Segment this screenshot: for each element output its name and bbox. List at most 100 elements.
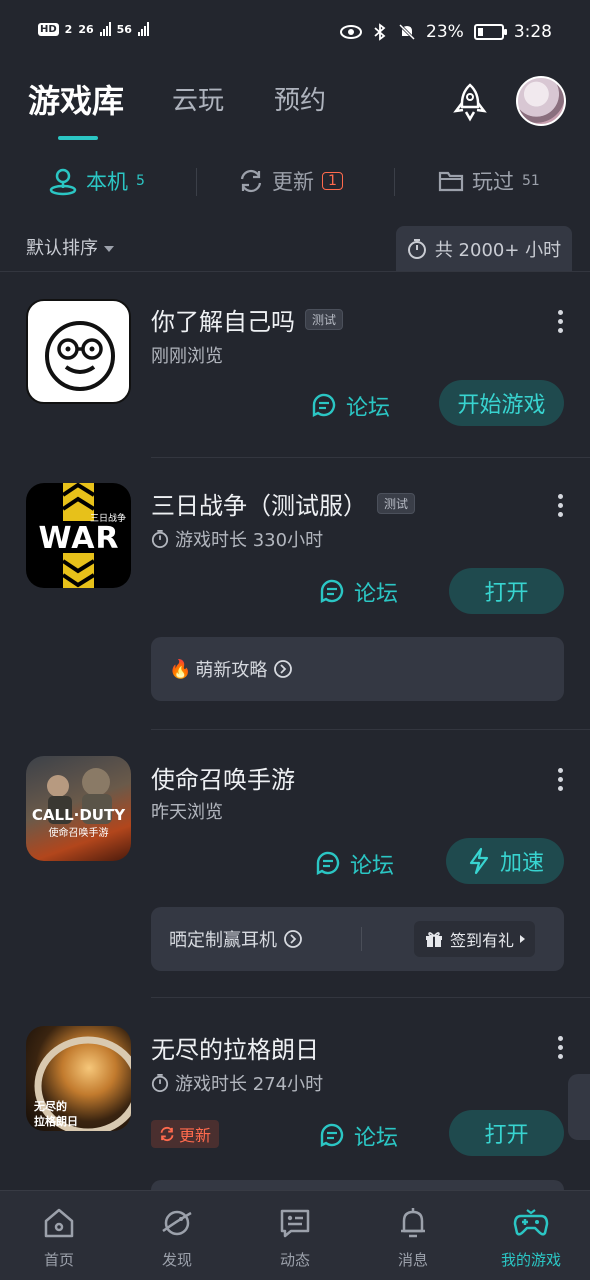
chevron-right-circle-icon [284, 930, 302, 948]
game-icon-smiley[interactable] [26, 299, 131, 404]
nav-feed[interactable]: 动态 [236, 1205, 354, 1270]
tab-cloud-play[interactable]: 云玩 [172, 80, 224, 117]
tab-game-library[interactable]: 游戏库 [28, 76, 124, 122]
forum-label: 论坛 [346, 396, 391, 421]
planet-icon [162, 1210, 192, 1236]
game-card: 无尽的 拉格朗日 无尽的拉格朗日 游戏时长 274小时 更新 论坛 打开 [0, 998, 590, 1190]
accelerate-button[interactable]: 加速 [446, 838, 564, 884]
smiley-glasses-icon [45, 321, 115, 391]
nav-home[interactable]: 首页 [0, 1205, 118, 1270]
sub-tabs: 本机 5 更新 1 玩过 51 [0, 160, 590, 206]
game-title[interactable]: 三日战争（测试服） [151, 486, 367, 521]
active-tab-indicator [58, 136, 98, 140]
game-card: 三日战争 WAR 三日战争（测试服） 测试 游戏时长 330小时 论坛 打开 🔥… [0, 458, 590, 730]
guide-label: 萌新攻略 [195, 660, 268, 681]
signal-1-icon [99, 22, 111, 36]
game-icon-cod[interactable]: CALL·DUTY 使命召唤手游 [26, 756, 131, 861]
open-button[interactable]: 打开 [449, 1110, 564, 1156]
play-time-text: 游戏时长 330小时 [175, 530, 324, 551]
game-title[interactable]: 无尽的拉格朗日 [151, 1030, 319, 1065]
more-options-icon[interactable] [558, 1036, 564, 1059]
subtab-played-count: 51 [522, 173, 540, 189]
nav-discover[interactable]: 发现 [118, 1205, 236, 1270]
subtab-update[interactable]: 更新 1 [238, 166, 343, 196]
accelerate-label: 加速 [499, 851, 544, 876]
checkin-gift-label: 签到有礼 [450, 931, 515, 950]
open-button[interactable]: 打开 [449, 568, 564, 614]
clock: 3:28 [513, 22, 552, 42]
hd-label: HD [38, 22, 59, 36]
subtab-played[interactable]: 玩过 51 [438, 166, 540, 196]
game-title-row: 你了解自己吗 测试 [151, 302, 344, 337]
subtab-update-label: 更新 [272, 170, 314, 194]
game-title[interactable]: 你了解自己吗 [151, 302, 295, 337]
game-icon-war[interactable]: 三日战争 WAR [26, 483, 131, 588]
lagrange-logo-line1: 无尽的 [34, 1100, 67, 1113]
gift-icon [426, 932, 442, 947]
signal-2-icon [137, 22, 149, 36]
subtab-local-count: 5 [136, 173, 145, 189]
promo-divider [361, 927, 362, 951]
play-time: 游戏时长 274小时 [151, 1070, 323, 1096]
game-title[interactable]: 使命召唤手游 [151, 760, 295, 795]
promo-label: 晒定制赢耳机 [169, 930, 277, 951]
subtab-local[interactable]: 本机 5 [48, 166, 145, 196]
promo-banner[interactable]: 晒定制赢耳机 签到有礼 [151, 907, 564, 971]
forum-icon [320, 1123, 344, 1147]
floating-side-tab[interactable] [568, 1074, 590, 1140]
forum-button[interactable]: 论坛 [318, 576, 398, 608]
banner-peek [151, 1180, 564, 1190]
message-icon [280, 1209, 310, 1238]
forum-button[interactable]: 论坛 [314, 848, 394, 880]
timer-icon [407, 239, 426, 259]
timer-icon [151, 530, 169, 548]
game-title-row: 无尽的拉格朗日 [151, 1030, 319, 1065]
forum-button[interactable]: 论坛 [310, 390, 390, 422]
checkin-gift-button[interactable]: 签到有礼 [414, 921, 536, 957]
more-options-icon[interactable] [558, 768, 564, 791]
game-card: 你了解自己吗 测试 刚刚浏览 论坛 开始游戏 [0, 272, 590, 458]
lagrange-logo-line2: 拉格朗日 [34, 1115, 78, 1128]
game-title-row: 三日战争（测试服） 测试 [151, 486, 416, 521]
nav-home-label: 首页 [43, 1251, 74, 1269]
nav-my-games-label: 我的游戏 [500, 1251, 561, 1269]
top-nav: 游戏库 云玩 预约 [28, 76, 566, 140]
nav-messages[interactable]: 消息 [354, 1205, 472, 1270]
chevron-right-circle-icon [274, 660, 293, 678]
timer-icon [151, 1074, 169, 1092]
network-sub: 2 [64, 22, 73, 36]
game-title-row: 使命召唤手游 [151, 760, 295, 795]
update-count-badge: 1 [322, 172, 343, 190]
chevron-down-icon [104, 246, 114, 252]
more-options-icon[interactable] [558, 494, 564, 517]
tab-reserve[interactable]: 预约 [274, 80, 326, 117]
total-hours: 共 2000+ 小时 [396, 226, 572, 272]
bell-icon [401, 1208, 425, 1238]
start-game-button[interactable]: 开始游戏 [439, 380, 564, 426]
lightning-icon [469, 847, 489, 875]
forum-icon [320, 579, 344, 603]
forum-icon [316, 851, 340, 875]
refresh-icon [240, 169, 262, 193]
forum-icon [312, 393, 336, 417]
eye-icon [340, 25, 363, 39]
update-badge[interactable]: 更新 [151, 1120, 220, 1148]
sort-dropdown[interactable]: 默认排序 [26, 234, 114, 260]
forum-label: 论坛 [354, 582, 399, 607]
gamepad-icon [513, 1209, 549, 1236]
nav-discover-label: 发现 [161, 1251, 192, 1269]
update-badge-label: 更新 [179, 1126, 212, 1145]
cod-logo-text: CALL·DUTY [31, 806, 126, 824]
subtab-divider [196, 168, 197, 196]
status-right: 23% 3:28 [340, 22, 552, 42]
network-indicators: HD 2 26 56 [38, 22, 149, 36]
game-icon-lagrange[interactable]: 无尽的 拉格朗日 [26, 1026, 131, 1131]
more-options-icon[interactable] [558, 310, 564, 333]
fire-icon: 🔥 [169, 658, 192, 680]
nav-my-games[interactable]: 我的游戏 [472, 1205, 590, 1270]
forum-button[interactable]: 论坛 [318, 1120, 398, 1152]
game-subtitle: 昨天浏览 [151, 802, 223, 823]
rocket-icon[interactable] [450, 82, 490, 122]
guide-banner[interactable]: 🔥 萌新攻略 [151, 637, 564, 701]
avatar[interactable] [516, 76, 566, 126]
